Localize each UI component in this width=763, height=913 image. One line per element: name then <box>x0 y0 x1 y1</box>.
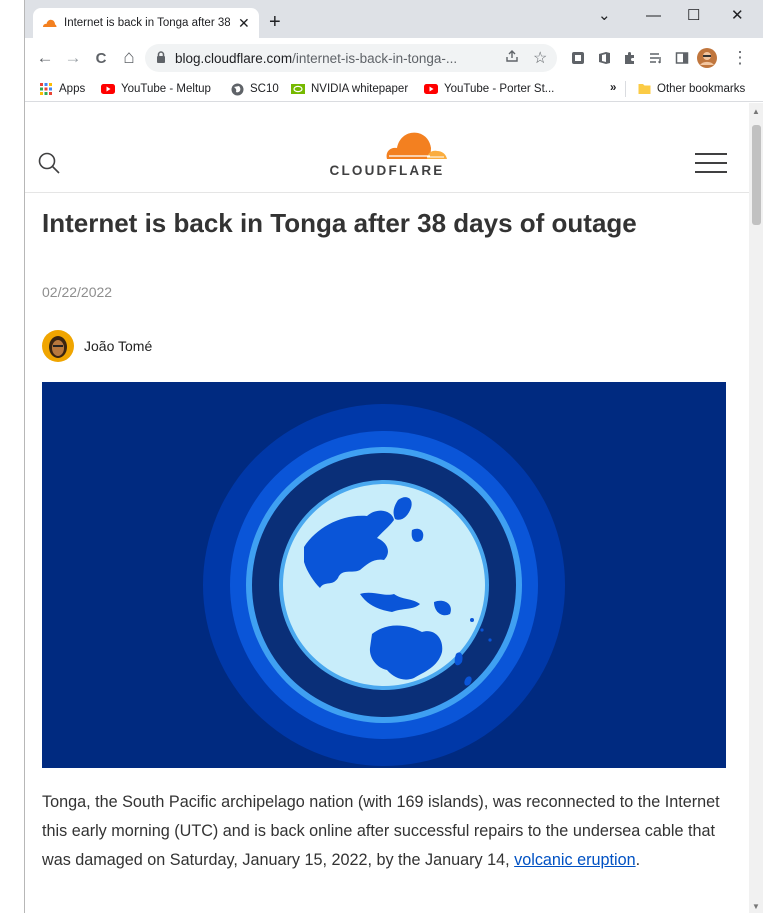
bookmark-label: Other bookmarks <box>657 83 746 95</box>
site-header: CLOUDFLARE <box>25 103 749 193</box>
folder-icon <box>637 82 651 96</box>
office-icon[interactable] <box>593 47 615 69</box>
bookmark-label: Apps <box>59 83 86 95</box>
youtube-icon <box>424 82 438 96</box>
url-path: /internet-is-back-in-tonga-... <box>292 50 458 66</box>
back-button[interactable]: ← <box>31 44 59 72</box>
volcanic-eruption-link[interactable]: volcanic eruption <box>514 851 635 869</box>
paragraph-end: . <box>635 851 641 869</box>
tab-strip: Internet is back in Tonga after 38 days … <box>25 0 763 38</box>
author-avatar <box>42 330 74 362</box>
article-date: 02/22/2022 <box>42 284 113 300</box>
logo-wordmark: CLOUDFLARE <box>329 163 445 178</box>
bookmark-star-icon[interactable]: ☆ <box>533 48 547 68</box>
globe-icon <box>230 82 244 96</box>
bookmark-label: NVIDIA whitepaper <box>311 83 409 95</box>
article-title: Internet is back in Tonga after 38 days … <box>42 208 637 238</box>
scroll-down-arrow-icon[interactable]: ▼ <box>752 902 760 911</box>
minimize-button[interactable]: — <box>646 6 661 26</box>
nvidia-icon <box>291 82 305 96</box>
home-button[interactable]: ⌂ <box>115 44 143 72</box>
tab-close-icon[interactable]: ✕ <box>238 16 250 30</box>
tab-search-icon[interactable]: ⌄ <box>598 6 611 26</box>
cloudflare-favicon-icon <box>41 15 57 31</box>
scroll-thumb[interactable] <box>752 125 761 225</box>
profile-avatar-icon[interactable] <box>696 47 718 69</box>
reload-button[interactable]: C <box>87 44 115 72</box>
lock-icon <box>156 51 166 69</box>
author-link[interactable]: João Tomé <box>42 330 152 362</box>
bookmarks-overflow-button[interactable]: » <box>610 82 616 94</box>
url-text: blog.cloudflare.com/internet-is-back-in-… <box>175 51 495 66</box>
reading-list-icon[interactable] <box>645 47 667 69</box>
youtube-icon <box>101 82 115 96</box>
browser-menu-icon[interactable]: ⋮ <box>729 47 751 69</box>
page-viewport: CLOUDFLARE Internet is back in Tonga aft… <box>25 103 749 913</box>
cloudflare-cloud-icon <box>386 132 447 159</box>
bookmarks-divider <box>625 81 626 97</box>
tab-active[interactable]: Internet is back in Tonga after 38 days … <box>33 8 259 38</box>
search-icon[interactable] <box>37 151 61 180</box>
bookmark-label: YouTube - Meltup <box>121 83 211 95</box>
share-icon[interactable] <box>505 49 519 66</box>
url-host: blog.cloudflare.com <box>175 50 293 66</box>
author-name: João Tomé <box>84 338 153 354</box>
tab-title: Internet is back in Tonga after 38 days … <box>64 17 230 29</box>
article-paragraph: Tonga, the South Pacific archipelago nat… <box>42 788 732 875</box>
cloudflare-logo[interactable]: CLOUDFLARE <box>311 125 471 185</box>
extension-a-icon[interactable] <box>567 47 589 69</box>
page-scrollbar[interactable]: ▲ ▼ <box>749 103 763 913</box>
address-bar[interactable]: blog.cloudflare.com/internet-is-back-in-… <box>145 44 557 72</box>
bookmark-youtube-porter[interactable]: YouTube - Porter St... <box>424 82 554 96</box>
apps-grid-icon <box>39 82 53 96</box>
bookmark-sc10[interactable]: SC10 <box>230 82 279 96</box>
browser-toolbar: ← → C ⌂ blog.cloudflare.com/internet-is-… <box>25 38 763 78</box>
bookmark-youtube-meltup[interactable]: YouTube - Meltup <box>101 82 211 96</box>
globe-illustration-icon <box>203 404 565 766</box>
bookmark-label: YouTube - Porter St... <box>444 83 555 95</box>
hamburger-menu-icon[interactable] <box>695 153 727 175</box>
bookmark-apps[interactable]: Apps <box>39 82 85 96</box>
scroll-up-arrow-icon[interactable]: ▲ <box>752 107 760 116</box>
bookmark-nvidia[interactable]: NVIDIA whitepaper <box>291 82 408 96</box>
bookmark-other[interactable]: Other bookmarks <box>637 82 745 96</box>
close-window-button[interactable]: ✕ <box>731 6 744 26</box>
forward-button[interactable]: → <box>59 44 87 72</box>
maximize-button[interactable]: ☐ <box>687 6 700 26</box>
hero-image <box>42 382 726 768</box>
bookmark-label: SC10 <box>250 83 279 95</box>
extensions-puzzle-icon[interactable] <box>619 47 641 69</box>
new-tab-button[interactable]: + <box>269 12 281 32</box>
browser-window: Internet is back in Tonga after 38 days … <box>24 0 763 913</box>
bookmarks-bar: Apps YouTube - Meltup SC10 NVIDIA whitep… <box>25 78 763 102</box>
side-panel-icon[interactable] <box>671 47 693 69</box>
